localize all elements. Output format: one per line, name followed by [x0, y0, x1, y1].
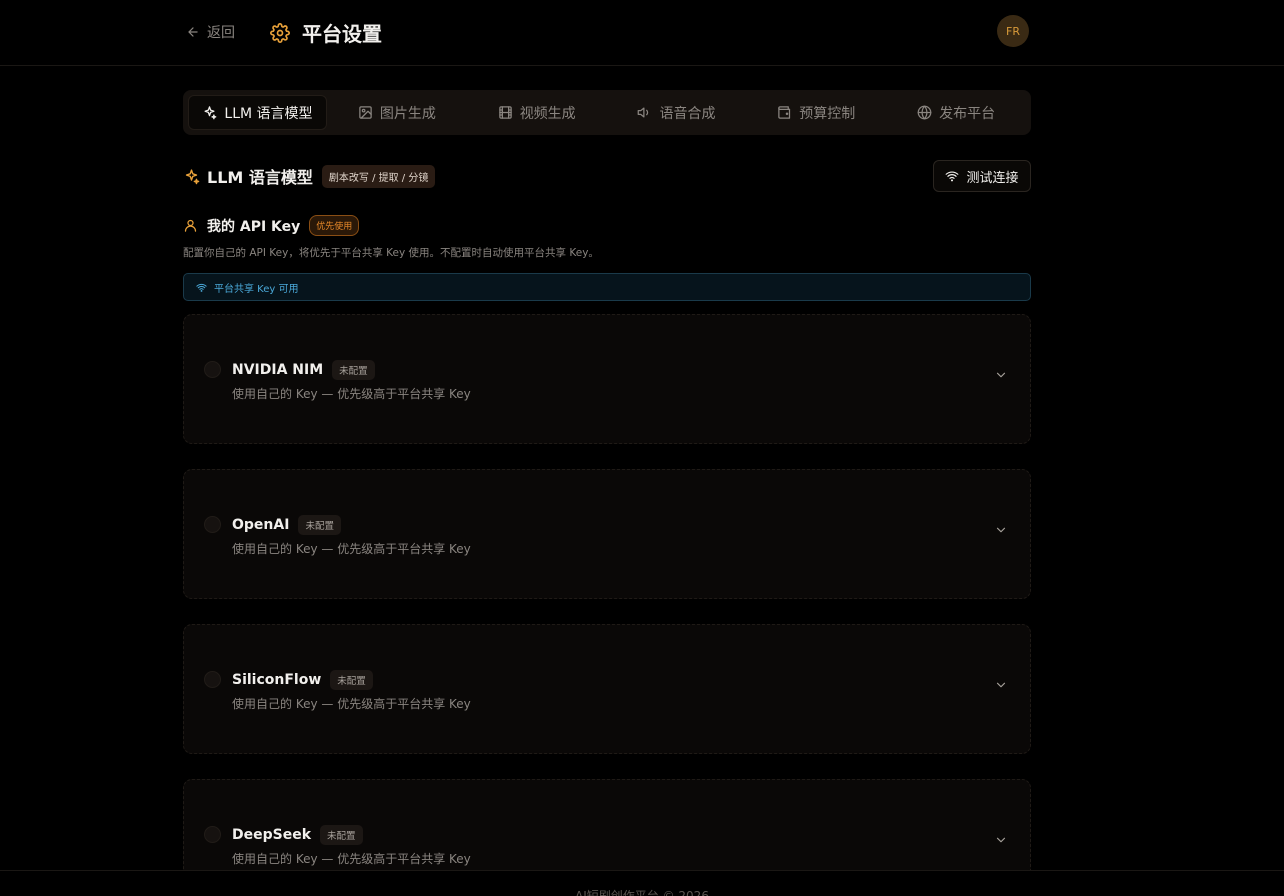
shared-key-status-text: 平台共享 Key 可用 [214, 283, 299, 295]
provider-status-badge: 未配置 [330, 670, 373, 690]
provider-radio[interactable] [204, 826, 221, 843]
priority-badge: 优先使用 [309, 215, 360, 236]
settings-tabs: LLM 语言模型 图片生成 视频生成 语音合成 预算控制 发布平台 [183, 90, 1031, 135]
provider-status-badge: 未配置 [298, 515, 341, 535]
provider-title: SiliconFlow 未配置 [232, 670, 373, 690]
provider-radio[interactable] [204, 516, 221, 533]
shared-key-status: 平台共享 Key 可用 [183, 273, 1031, 301]
tab-budget[interactable]: 预算控制 [746, 95, 886, 130]
top-bar: 返回 平台设置 FR [0, 0, 1284, 66]
test-connection-label: 测试连接 [966, 170, 1019, 186]
provider-name: NVIDIA NIM [232, 362, 324, 378]
tab-label: 预算控制 [799, 105, 856, 122]
tab-label: 发布平台 [939, 105, 996, 122]
provider-card-siliconflow[interactable]: SiliconFlow 未配置 使用自己的 Key — 优先级高于平台共享 Key [183, 624, 1031, 754]
chevron-down-icon[interactable] [994, 523, 1008, 537]
provider-title: OpenAI 未配置 [232, 515, 341, 535]
provider-subtitle: 使用自己的 Key — 优先级高于平台共享 Key [232, 387, 471, 401]
speaker-icon [638, 107, 649, 118]
tab-label: 视频生成 [519, 105, 576, 122]
provider-radio[interactable] [204, 671, 221, 688]
provider-name: DeepSeek [232, 827, 312, 843]
provider-title: NVIDIA NIM 未配置 [232, 360, 375, 380]
chevron-down-icon[interactable] [994, 678, 1008, 692]
provider-name: SiliconFlow [232, 672, 322, 688]
arrow-left-icon [188, 27, 198, 37]
wifi-icon [946, 171, 959, 182]
api-key-description: 配置你自己的 API Key，将优先于平台共享 Key 使用。不配置时自动使用平… [183, 247, 599, 259]
page-header: 平台设置 [270, 18, 382, 47]
footer-text: AI短剧创作平台 © 2026 [575, 889, 709, 896]
tab-label: LLM 语言模型 [224, 105, 313, 122]
provider-status-badge: 未配置 [332, 360, 375, 380]
wifi-icon [196, 283, 207, 292]
provider-radio[interactable] [204, 361, 221, 378]
user-icon [184, 219, 197, 232]
sparkles-icon [185, 168, 200, 184]
provider-subtitle: 使用自己的 Key — 优先级高于平台共享 Key [232, 697, 471, 711]
test-connection-button[interactable]: 测试连接 [933, 160, 1031, 192]
back-label: 返回 [207, 25, 235, 41]
tab-llm[interactable]: LLM 语言模型 [188, 95, 327, 130]
api-key-title: 我的 API Key [207, 218, 301, 235]
section-title: LLM 语言模型 [207, 168, 313, 187]
tab-publish[interactable]: 发布平台 [886, 95, 1026, 130]
provider-status-badge: 未配置 [320, 825, 363, 845]
provider-name: OpenAI [232, 517, 290, 533]
gear-icon [270, 22, 290, 43]
provider-subtitle: 使用自己的 Key — 优先级高于平台共享 Key [232, 852, 471, 866]
tab-label: 图片生成 [379, 105, 436, 122]
section-tag: 剧本改写 / 提取 / 分镜 [321, 164, 436, 188]
api-key-header: 我的 API Key 优先使用 [183, 215, 360, 236]
footer: AI短剧创作平台 © 2026 [0, 870, 1284, 896]
wallet-icon [778, 106, 791, 119]
globe-icon [917, 105, 932, 120]
film-icon [498, 106, 512, 119]
avatar[interactable]: FR [997, 15, 1029, 47]
page-title: 平台设置 [302, 22, 382, 46]
provider-title: DeepSeek 未配置 [232, 825, 363, 845]
provider-subtitle: 使用自己的 Key — 优先级高于平台共享 Key [232, 542, 471, 556]
provider-card-nvidia[interactable]: NVIDIA NIM 未配置 使用自己的 Key — 优先级高于平台共享 Key [183, 314, 1031, 444]
sparkles-icon [204, 106, 217, 120]
section-header: LLM 语言模型 剧本改写 / 提取 / 分镜 测试连接 [183, 160, 1031, 192]
tab-label: 语音合成 [659, 105, 716, 122]
tab-voice[interactable]: 语音合成 [607, 95, 747, 130]
tab-image[interactable]: 图片生成 [327, 95, 467, 130]
chevron-down-icon[interactable] [994, 368, 1008, 382]
provider-card-openai[interactable]: OpenAI 未配置 使用自己的 Key — 优先级高于平台共享 Key [183, 469, 1031, 599]
chevron-down-icon[interactable] [994, 833, 1008, 847]
image-icon [359, 106, 372, 119]
tab-video[interactable]: 视频生成 [467, 95, 607, 130]
back-button[interactable]: 返回 [186, 22, 235, 42]
